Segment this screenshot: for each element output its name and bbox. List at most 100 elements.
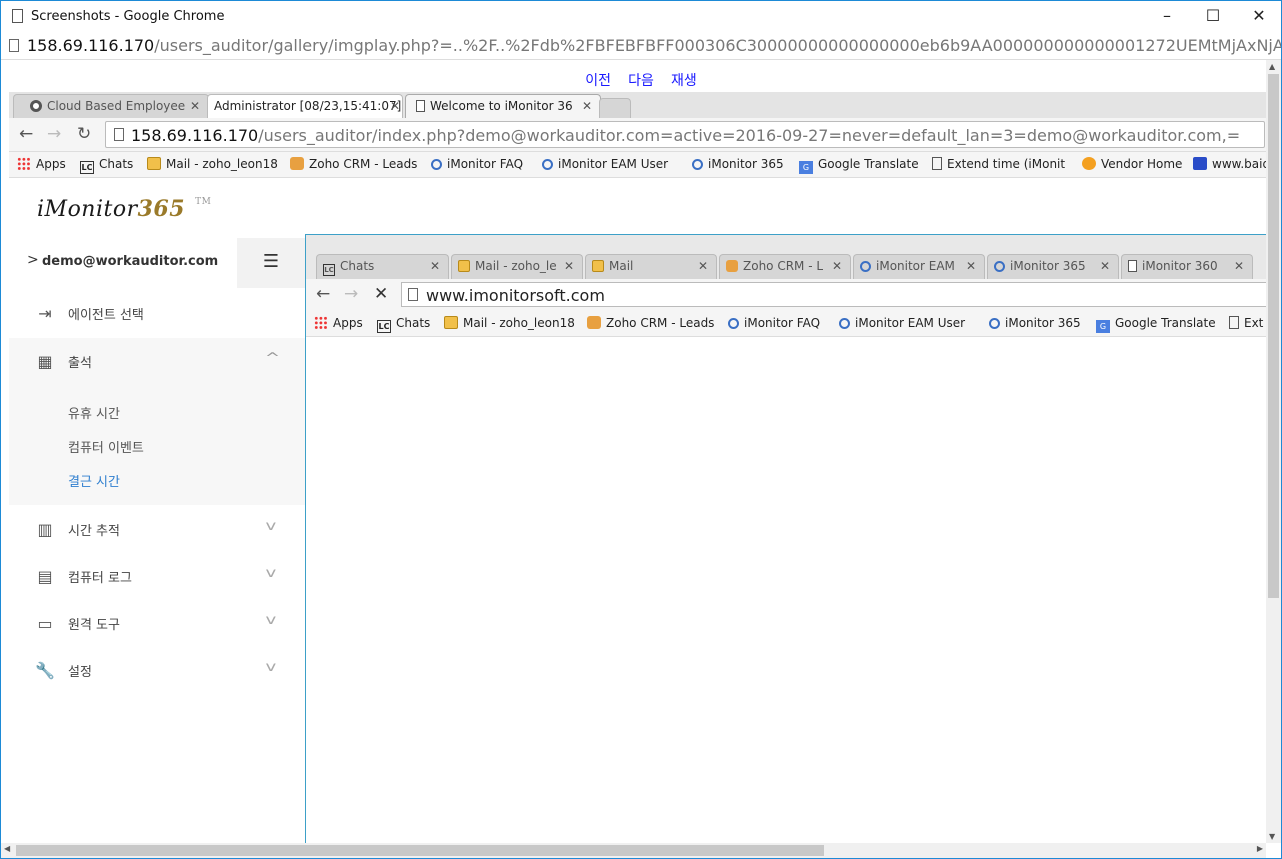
embedded-bookmark: LC Chats	[377, 316, 431, 333]
embedded-tab: iMonitor 365 ✕	[987, 254, 1119, 279]
bookmark-imonitor-365[interactable]: iMonitor 365	[692, 157, 784, 171]
magnifier-icon	[994, 261, 1005, 272]
back-icon[interactable]: ←	[19, 124, 33, 144]
prev-link[interactable]: 이전	[585, 70, 611, 90]
embedded-bookmark: iMonitor EAM User	[839, 316, 979, 330]
mail-icon	[444, 316, 458, 329]
omnibox-url[interactable]: 158.69.116.170/users_auditor/index.php?d…	[131, 126, 1240, 145]
bookmark-chats[interactable]: LC Chats	[80, 157, 133, 174]
reload-icon[interactable]: ↻	[77, 124, 91, 144]
sidebar-item-attendance[interactable]: ▦ 출석 ^	[9, 338, 305, 388]
maximize-button[interactable]: ☐	[1190, 1, 1236, 32]
omnibox[interactable]: 158.69.116.170/users_auditor/index.php?d…	[105, 121, 1265, 148]
submenu-idle-time[interactable]: 유휴 시간	[68, 403, 120, 422]
address-bar[interactable]: 158.69.116.170/users_auditor/gallery/img…	[1, 32, 1281, 60]
embedded-bookmark: G Google Translate	[1096, 316, 1216, 333]
user-row[interactable]: > demo@workauditor.com ☰	[9, 238, 305, 288]
bookmark-zoho-crm[interactable]: Zoho CRM - Leads	[290, 157, 417, 171]
minimize-button[interactable]: –	[1144, 1, 1190, 32]
vertical-scrollbar[interactable]: ▲ ▼	[1266, 60, 1281, 843]
chevron-up-icon: ^	[264, 351, 281, 366]
close-tab-icon: ✕	[563, 259, 574, 273]
close-tab-icon[interactable]: ✕	[190, 99, 200, 113]
new-tab-button[interactable]	[599, 98, 631, 118]
sidebar-item-select-agent[interactable]: ⇥ 에이전트 선택	[9, 290, 305, 336]
page-icon	[9, 39, 19, 52]
address-url[interactable]: 158.69.116.170/users_auditor/gallery/img…	[27, 36, 1281, 55]
embedded-bookmark: Ext	[1229, 316, 1263, 330]
sidebar-item-label: 출석	[68, 356, 92, 371]
browser-tab[interactable]: Administrator [08/23,15:41:07] ✕	[207, 94, 403, 118]
sidebar-item-label: 원격 도구	[68, 618, 120, 633]
title-bar: Screenshots - Google Chrome – ☐ ✕	[1, 1, 1281, 32]
wrench-icon: 🔧	[35, 661, 55, 680]
chrome-window: Screenshots - Google Chrome – ☐ ✕ 158.69…	[0, 0, 1282, 859]
bookmark-vendor-home[interactable]: Vendor Home	[1082, 157, 1182, 171]
forward-icon: →	[344, 284, 359, 304]
bookmark-google-translate[interactable]: G Google Translate	[799, 157, 919, 174]
sidebar-item-remote-tools[interactable]: ▭ 원격 도구 v	[9, 600, 305, 646]
next-link[interactable]: 다음	[628, 70, 654, 90]
embedded-toolbar: ← → ✕ www.imonitorsoft.com	[306, 279, 1266, 311]
screenshot-image: Cloud Based Employee ✕ Administrator [08…	[9, 92, 1266, 843]
calendar-icon: ▦	[37, 352, 53, 371]
hamburger-menu-icon[interactable]: ☰	[237, 238, 305, 288]
browser-tab[interactable]: Cloud Based Employee ✕	[13, 94, 209, 118]
close-tab-icon[interactable]: ✕	[390, 99, 400, 113]
lc-icon: LC	[80, 161, 94, 174]
stop-icon: ✕	[374, 284, 389, 304]
back-icon: ←	[316, 284, 331, 304]
bookmark-imonitor-eam[interactable]: iMonitor EAM User	[542, 157, 682, 171]
document-icon	[1229, 316, 1239, 329]
submenu-computer-events[interactable]: 컴퓨터 이벤트	[68, 437, 144, 456]
scroll-thumb[interactable]	[1268, 74, 1279, 598]
magnifier-icon	[431, 159, 442, 170]
embedded-tab: iMonitor EAM ✕	[853, 254, 985, 279]
close-tab-icon: ✕	[1099, 259, 1110, 273]
bookmark-extend-time[interactable]: Extend time (iMonit	[932, 157, 1072, 171]
scroll-left-icon[interactable]: ◀	[4, 844, 10, 853]
page-icon	[12, 9, 23, 23]
embedded-screenshot: LC Chats ✕ Mail - zoho_le ✕ Mail ✕ Zoho CRM …	[305, 234, 1266, 843]
forward-icon[interactable]: →	[47, 124, 61, 144]
app-logo[interactable]: iMonitor365 TM	[37, 196, 211, 222]
bookmark-imonitor-faq[interactable]: iMonitor FAQ	[431, 157, 523, 171]
magnifier-icon	[989, 318, 1000, 329]
close-tab-icon[interactable]: ✕	[582, 99, 592, 113]
play-link[interactable]: 재생	[671, 70, 697, 90]
embedded-bookmark: Zoho CRM - Leads	[587, 316, 714, 330]
close-tab-icon: ✕	[1233, 259, 1244, 273]
embedded-tab: Mail - zoho_le ✕	[451, 254, 583, 279]
scroll-right-icon[interactable]: ▶	[1257, 844, 1263, 853]
chevron-down-icon: v	[265, 519, 277, 534]
embedded-tab: Mail ✕	[585, 254, 717, 279]
embedded-url: www.imonitorsoft.com	[426, 286, 605, 305]
vendor-icon	[1082, 157, 1096, 170]
horizontal-scrollbar[interactable]: ◀ ▶	[1, 843, 1266, 858]
embedded-omnibox: www.imonitorsoft.com	[401, 282, 1266, 307]
browser-tab-active[interactable]: Welcome to iMonitor 36 ✕	[405, 94, 601, 118]
bookmark-baidu[interactable]: www.baid	[1193, 157, 1266, 171]
close-tab-icon: ✕	[429, 259, 440, 273]
embedded-bookmark: iMonitor 365	[989, 316, 1081, 330]
sidebar-item-computer-log[interactable]: ▤ 컴퓨터 로그 v	[9, 553, 305, 599]
scroll-down-icon[interactable]: ▼	[1269, 832, 1275, 841]
scroll-thumb[interactable]	[16, 845, 824, 856]
window-title: Screenshots - Google Chrome	[31, 9, 225, 24]
chevron-down-icon: v	[265, 613, 277, 628]
chrome-circle-icon	[30, 100, 42, 112]
close-tab-icon: ✕	[965, 259, 976, 273]
sidebar-item-settings[interactable]: 🔧 설정 v	[9, 647, 305, 693]
magnifier-icon	[692, 159, 703, 170]
bookmark-mail[interactable]: Mail - zoho_leon18	[147, 157, 278, 171]
submenu-absence-time[interactable]: 결근 시간	[68, 471, 120, 490]
sidebar-item-time-tracking[interactable]: ▥ 시간 추적 v	[9, 506, 305, 552]
bookmark-apps[interactable]: Apps	[17, 157, 66, 171]
embedded-bookmarks-bar: Apps LC Chats Mail - zoho_leon18 Zoho CRM…	[306, 311, 1266, 337]
attendance-submenu: 유휴 시간 컴퓨터 이벤트 결근 시간	[9, 387, 305, 505]
sidebar-item-label: 설정	[68, 665, 92, 680]
close-button[interactable]: ✕	[1236, 1, 1281, 32]
scroll-up-icon[interactable]: ▲	[1269, 62, 1275, 71]
apps-icon	[17, 157, 31, 170]
magnifier-icon	[839, 318, 850, 329]
